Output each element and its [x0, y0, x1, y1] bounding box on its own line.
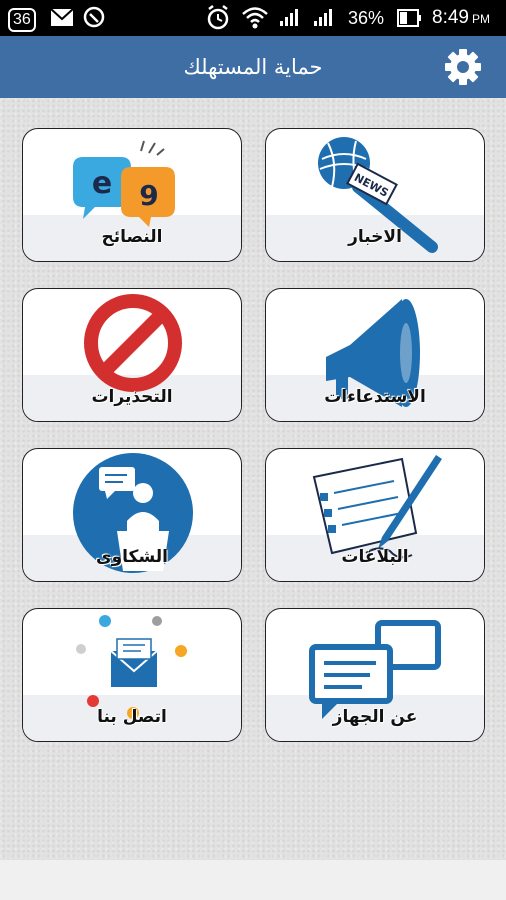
battery-icon: [396, 0, 424, 36]
tile-label: اتصل بنا: [97, 707, 167, 727]
mail-icon: [50, 0, 74, 36]
svg-text:e: e: [92, 166, 112, 201]
signal-1-icon: [278, 0, 308, 36]
tile-label: عن الجهاز: [332, 707, 418, 727]
tile-warnings[interactable]: التحذيرات: [22, 288, 242, 422]
menu-grid: e 9 النصائح NEWS الاخبار التحذيرات الاست…: [0, 98, 506, 860]
tile-label: البلاغات: [341, 547, 409, 567]
tile-recalls[interactable]: الاستدعاءات: [265, 288, 485, 422]
tile-label: النصائح: [101, 227, 163, 247]
tile-label: التحذيرات: [91, 387, 173, 407]
signal-2-icon: [312, 0, 342, 36]
app-bar: حماية المستهلك: [0, 36, 506, 98]
page-title: حماية المستهلك: [183, 55, 323, 79]
battery-percent: 36%: [348, 8, 385, 28]
tile-contact-us[interactable]: اتصل بنا: [22, 608, 242, 742]
alarm-icon: [205, 0, 231, 36]
tile-about[interactable]: عن الجهاز: [265, 608, 485, 742]
tile-news[interactable]: NEWS الاخبار: [265, 128, 485, 262]
tile-label: الاخبار: [348, 227, 402, 247]
wifi-icon: [240, 0, 270, 36]
clock: 8:49 PM: [432, 7, 490, 28]
tile-tips[interactable]: e 9 النصائح: [22, 128, 242, 262]
app-notification-icon: [82, 0, 106, 36]
status-bar: 36 36% 8:49 PM: [0, 0, 506, 36]
notification-count-icon: 36: [8, 0, 36, 36]
bottom-bar: [0, 860, 506, 900]
svg-text:9: 9: [139, 179, 158, 212]
settings-gear-icon[interactable]: [444, 48, 482, 86]
tile-complaints[interactable]: الشكاوى: [22, 448, 242, 582]
tile-label: الشكاوى: [96, 547, 168, 567]
tile-reports[interactable]: البلاغات: [265, 448, 485, 582]
tile-label: الاستدعاءات: [324, 387, 426, 407]
